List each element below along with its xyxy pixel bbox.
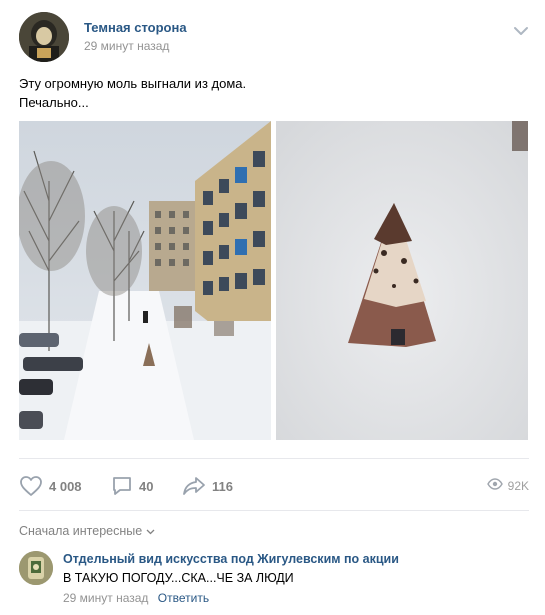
share-count: 116 xyxy=(212,478,233,494)
post-photo-moth[interactable] xyxy=(276,121,528,440)
share-icon xyxy=(182,475,206,497)
group-name-link[interactable]: Темная сторона xyxy=(84,20,187,35)
comments-sort-label: Сначала интересные xyxy=(19,524,143,538)
comments-sort-toggle[interactable]: Сначала интересные xyxy=(19,524,155,538)
post-actions-bar: 4 008 40 116 92K xyxy=(19,472,529,500)
like-count: 4 008 xyxy=(49,478,82,494)
post-header: Темная сторона 29 минут назад xyxy=(19,12,529,62)
comment-timestamp[interactable]: 29 минут назад xyxy=(63,591,148,605)
like-button[interactable]: 4 008 xyxy=(19,472,82,500)
post-text-line: Печально... xyxy=(19,95,89,110)
heart-icon xyxy=(19,475,43,497)
post-text: Эту огромную моль выгнали из дома. Печал… xyxy=(19,74,519,112)
reply-button[interactable]: Ответить xyxy=(158,591,209,605)
eye-icon xyxy=(486,477,503,495)
comment-author-link[interactable]: Отдельный вид искусства под Жигулевским … xyxy=(63,552,399,566)
group-avatar[interactable] xyxy=(19,12,69,62)
chevron-down-icon xyxy=(142,524,155,538)
post-photo-street[interactable] xyxy=(19,121,271,440)
share-button[interactable]: 116 xyxy=(182,472,233,500)
view-count: 92K xyxy=(507,479,529,493)
divider xyxy=(19,458,529,459)
comment-button[interactable]: 40 xyxy=(111,472,153,500)
comment-meta: 29 минут назад Ответить xyxy=(63,591,209,605)
comment-text: В ТАКУЮ ПОГОДУ...СКА...ЧЕ ЗА ЛЮДИ xyxy=(63,571,294,585)
post-text-line: Эту огромную моль выгнали из дома. xyxy=(19,76,247,91)
post-timestamp[interactable]: 29 минут назад xyxy=(84,39,169,53)
chevron-down-icon[interactable] xyxy=(513,24,529,36)
view-counter: 92K xyxy=(486,472,529,500)
comment-icon xyxy=(111,475,133,497)
comment-author-avatar[interactable] xyxy=(19,551,53,585)
divider xyxy=(19,510,529,511)
comment-count: 40 xyxy=(139,478,154,494)
